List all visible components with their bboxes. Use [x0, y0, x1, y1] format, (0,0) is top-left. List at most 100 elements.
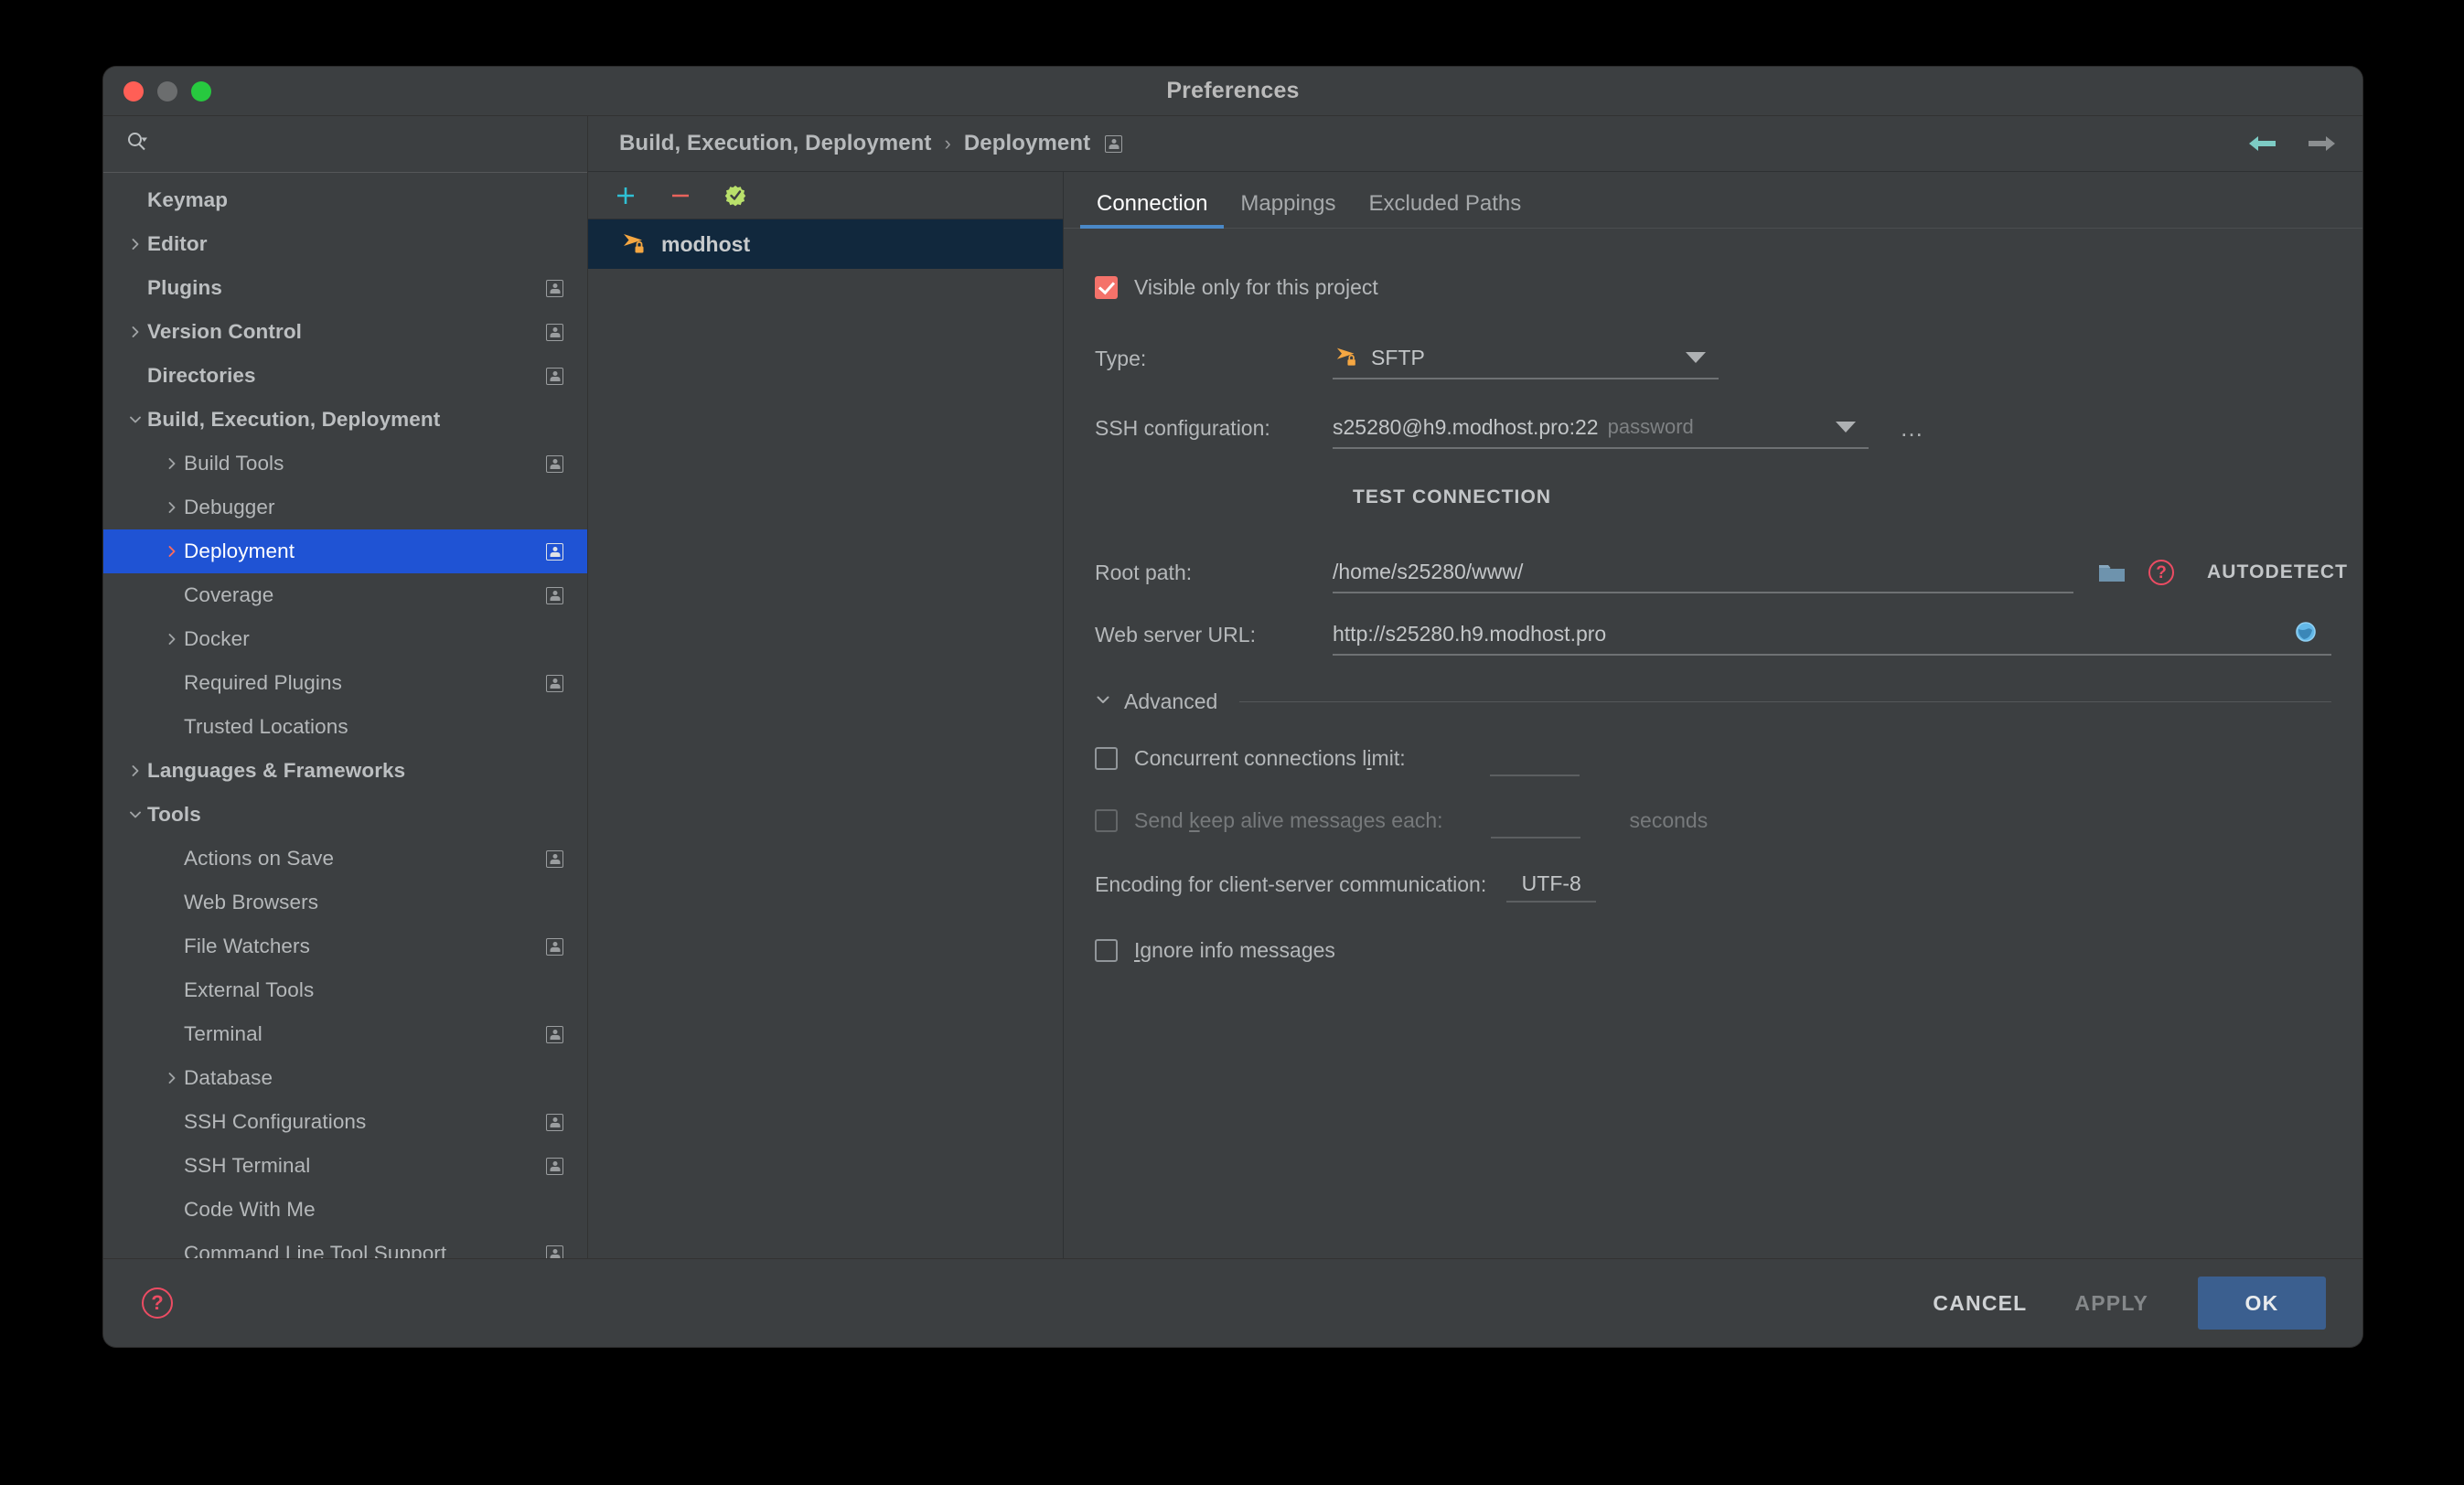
sidebar-item-web-browsers[interactable]: Web Browsers: [103, 881, 587, 924]
tab-connection[interactable]: Connection: [1080, 191, 1225, 229]
project-scope-icon: [546, 542, 563, 561]
breadcrumb-parent[interactable]: Build, Execution, Deployment: [619, 131, 932, 156]
type-select[interactable]: SFTP: [1333, 337, 1719, 379]
chevron-down-icon[interactable]: [123, 807, 147, 822]
sidebar-item-code-with-me[interactable]: Code With Me: [103, 1188, 587, 1232]
visible-only-checkbox[interactable]: [1095, 275, 1118, 299]
test-connection-button[interactable]: TEST CONNECTION: [1353, 486, 1551, 508]
project-scope-icon: [546, 1245, 563, 1258]
set-default-server-button[interactable]: [722, 182, 749, 209]
sidebar-item-label: Command Line Tool Support: [184, 1242, 447, 1258]
chevron-right-icon[interactable]: [160, 632, 184, 646]
sidebar-item-external-tools[interactable]: External Tools: [103, 968, 587, 1012]
sidebar-item-label: Editor: [147, 232, 208, 255]
sidebar-item-actions-on-save[interactable]: Actions on Save: [103, 837, 587, 881]
help-icon[interactable]: ?: [142, 1287, 173, 1319]
chevron-right-icon[interactable]: [160, 544, 184, 559]
concurrent-connections-label: Concurrent connections limit:: [1134, 745, 1406, 770]
sidebar-item-label: Deployment: [184, 540, 295, 562]
search-icon[interactable]: [125, 130, 149, 158]
sidebar-item-ssh-configurations[interactable]: SSH Configurations: [103, 1100, 587, 1144]
remove-server-button[interactable]: [667, 182, 694, 209]
keep-alive-checkbox[interactable]: [1095, 808, 1118, 832]
sidebar-item-directories[interactable]: Directories: [103, 354, 587, 398]
sidebar-item-label: Build, Execution, Deployment: [147, 408, 441, 431]
sidebar-item-database[interactable]: Database: [103, 1056, 587, 1100]
sidebar-item-tools[interactable]: Tools: [103, 793, 587, 837]
concurrent-connections-input[interactable]: [1489, 740, 1580, 776]
apply-button[interactable]: APPLY: [2051, 1291, 2172, 1316]
sidebar-item-trusted-locations[interactable]: Trusted Locations: [103, 705, 587, 749]
sidebar-item-ssh-terminal[interactable]: SSH Terminal: [103, 1144, 587, 1188]
sidebar-item-build-tools[interactable]: Build Tools: [103, 442, 587, 486]
chevron-right-icon[interactable]: [160, 1071, 184, 1085]
sidebar-item-editor[interactable]: Editor: [103, 222, 587, 266]
ignore-info-messages-checkbox[interactable]: [1095, 938, 1118, 962]
sidebar-item-required-plugins[interactable]: Required Plugins: [103, 661, 587, 705]
tab-excluded-paths[interactable]: Excluded Paths: [1352, 191, 1537, 228]
sidebar-item-version-control[interactable]: Version Control: [103, 310, 587, 354]
sidebar-item-debugger[interactable]: Debugger: [103, 486, 587, 529]
open-in-browser-icon[interactable]: [2293, 619, 2319, 649]
concurrent-connections-checkbox[interactable]: [1095, 746, 1118, 770]
ssh-configuration-more-button[interactable]: …: [1900, 415, 1926, 440]
web-server-url-row: Web server URL: http://s25280.h9.modhost…: [1064, 611, 2362, 658]
sidebar-item-label: Docker: [184, 627, 250, 650]
minimize-button[interactable]: [157, 80, 177, 101]
zoom-button[interactable]: [191, 80, 211, 101]
root-path-input[interactable]: /home/s25280/www/: [1333, 551, 2073, 593]
cancel-button[interactable]: CANCEL: [1909, 1291, 2051, 1316]
test-connection-row: TEST CONNECTION: [1064, 474, 2362, 521]
window-title: Preferences: [1166, 78, 1300, 103]
sidebar-item-keymap[interactable]: Keymap: [103, 178, 587, 222]
chevron-right-icon[interactable]: [123, 237, 147, 251]
autodetect-button[interactable]: AUTODETECT: [2207, 561, 2348, 583]
add-server-button[interactable]: [612, 182, 639, 209]
chevron-right-icon[interactable]: [160, 456, 184, 471]
detail-tabs: Connection Mappings Excluded Paths: [1064, 172, 2362, 229]
project-scope-icon: [546, 937, 563, 956]
chevron-down-icon[interactable]: [123, 412, 147, 427]
search-row: [103, 116, 587, 173]
sidebar-item-label: SSH Configurations: [184, 1110, 367, 1133]
ignore-info-messages-label: Ignore info messages: [1134, 937, 1335, 962]
nav-back-icon[interactable]: [2247, 132, 2278, 155]
close-button[interactable]: [123, 80, 144, 101]
settings-sidebar: Keymap Editor Plugins Version Control Direct…: [103, 116, 588, 1258]
host-list-item-modhost[interactable]: modhost: [588, 219, 1063, 269]
ssh-configuration-select[interactable]: s25280@h9.modhost.pro:22 password: [1333, 407, 1869, 449]
sidebar-item-terminal[interactable]: Terminal: [103, 1012, 587, 1056]
sidebar-item-docker[interactable]: Docker: [103, 617, 587, 661]
tab-mappings[interactable]: Mappings: [1224, 191, 1352, 228]
search-input[interactable]: [162, 132, 567, 156]
sidebar-item-deployment[interactable]: Deployment: [103, 529, 587, 573]
chevron-down-icon[interactable]: [1836, 422, 1856, 433]
root-path-label: Root path:: [1095, 560, 1193, 584]
root-path-help-icon[interactable]: ?: [2148, 560, 2174, 585]
project-scope-icon: [546, 849, 563, 868]
sidebar-item-file-watchers[interactable]: File Watchers: [103, 924, 587, 968]
browse-folder-icon[interactable]: [2097, 560, 2127, 585]
chevron-down-icon[interactable]: [1686, 352, 1706, 363]
breadcrumb: Build, Execution, Deployment › Deploymen…: [588, 116, 2362, 171]
sidebar-item-languages-frameworks[interactable]: Languages & Frameworks: [103, 749, 587, 793]
web-server-url-input[interactable]: http://s25280.h9.modhost.pro: [1333, 614, 2331, 656]
project-scope-icon: [1105, 134, 1123, 153]
chevron-down-icon: [1095, 691, 1111, 712]
sidebar-item-command-line-tool-support[interactable]: Command Line Tool Support: [103, 1232, 587, 1258]
sidebar-item-build-execution-deployment[interactable]: Build, Execution, Deployment: [103, 398, 587, 442]
sidebar-item-coverage[interactable]: Coverage: [103, 573, 587, 617]
chevron-right-icon[interactable]: [160, 500, 184, 515]
sidebar-item-label: Code With Me: [184, 1198, 316, 1221]
keep-alive-label: Send keep alive messages each:: [1134, 807, 1443, 832]
advanced-section-header[interactable]: Advanced: [1064, 689, 2362, 714]
dialog-footer: ? CANCEL APPLY OK: [103, 1259, 2362, 1347]
keep-alive-units: seconds: [1629, 807, 1709, 832]
chevron-right-icon[interactable]: [123, 325, 147, 339]
encoding-select[interactable]: UTF-8: [1506, 866, 1597, 903]
sidebar-item-plugins[interactable]: Plugins: [103, 266, 587, 310]
chevron-right-icon[interactable]: [123, 764, 147, 778]
visible-only-label: Visible only for this project: [1134, 274, 1378, 299]
keep-alive-input[interactable]: [1490, 802, 1580, 839]
ok-button[interactable]: OK: [2198, 1277, 2326, 1330]
